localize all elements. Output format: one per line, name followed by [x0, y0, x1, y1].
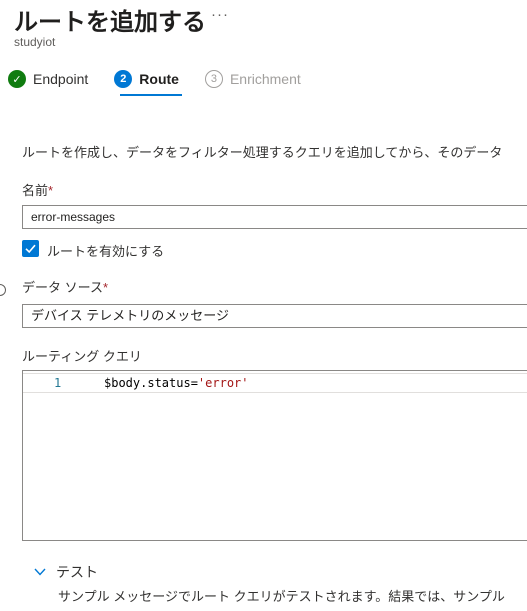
enable-route-label: ルートを有効にする	[47, 244, 165, 259]
active-step-indicator	[120, 94, 182, 96]
chevron-down-icon	[34, 565, 46, 579]
name-label: 名前*	[22, 180, 53, 199]
required-mark: *	[48, 183, 54, 198]
checkmark-icon: ✓	[8, 70, 26, 88]
step-route[interactable]: 2 Route	[114, 70, 179, 88]
required-mark: *	[102, 280, 109, 295]
query-code: $body.status='error'	[104, 376, 249, 390]
name-input[interactable]	[22, 205, 527, 229]
more-options-button[interactable]: ···	[211, 6, 229, 23]
test-toggle-label: テスト	[56, 564, 98, 580]
page-subtitle: studyiot	[14, 35, 56, 49]
query-editor[interactable]: 1 $body.status='error'	[22, 370, 527, 541]
checkmark-icon	[25, 244, 36, 254]
test-description: サンプル メッセージでルート クエリがテストされます。結果では、サンプル	[58, 589, 505, 604]
source-label: データ ソース*	[22, 277, 108, 296]
step-endpoint[interactable]: ✓ Endpoint	[8, 70, 88, 88]
source-label-text: データ ソース	[22, 280, 103, 295]
editor-current-line: 1 $body.status='error'	[23, 373, 527, 393]
step-label: Endpoint	[33, 71, 89, 87]
data-source-select[interactable]: デバイス テレメトリのメッセージ	[22, 304, 527, 328]
page-title: ルートを追加する	[14, 9, 206, 36]
name-label-text: 名前	[22, 183, 49, 198]
enable-route-checkbox[interactable]	[22, 240, 39, 257]
step-label: Enrichment	[229, 71, 301, 87]
step-enrichment[interactable]: 3 Enrichment	[204, 70, 301, 88]
step-label: Route	[139, 71, 179, 87]
radio-button[interactable]	[0, 284, 6, 296]
form-description: ルートを作成し、データをフィルター処理するクエリを追加してから、そのデータ	[22, 145, 503, 160]
step-number: 2	[114, 70, 133, 88]
line-number: 1	[54, 376, 62, 390]
step-number: 3	[204, 70, 223, 88]
wizard-steps: ✓ Endpoint 2 Route 3 Enrichment	[8, 68, 327, 90]
test-section-toggle[interactable]: テスト	[34, 562, 98, 582]
query-label: ルーティング クエリ	[22, 349, 142, 364]
code-string: 'error'	[197, 376, 249, 390]
code-expression: $body.status=	[104, 376, 198, 390]
